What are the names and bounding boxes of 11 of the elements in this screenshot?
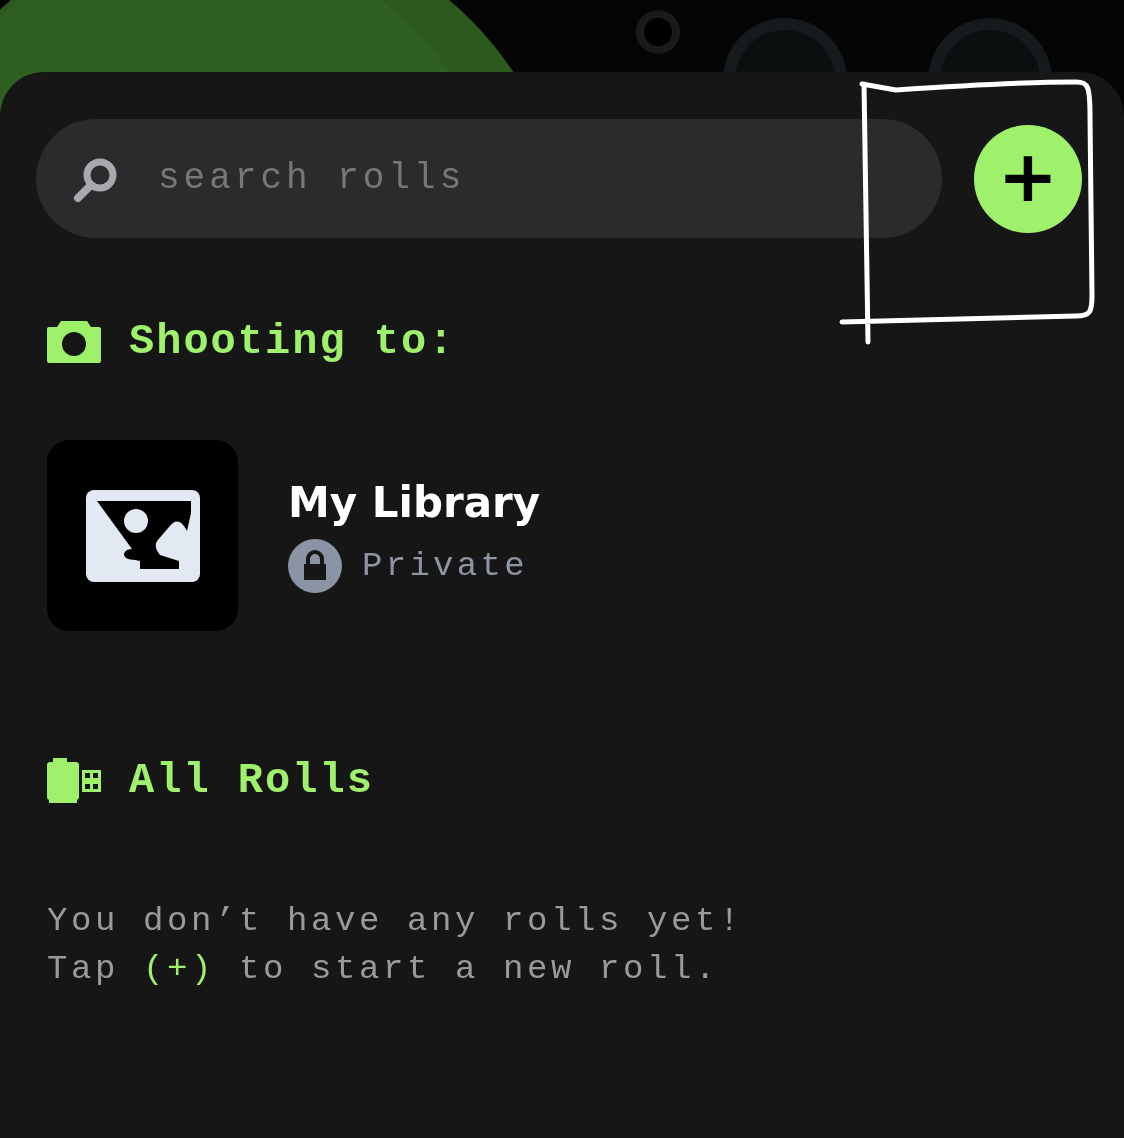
privacy-label: Private xyxy=(362,547,528,585)
library-thumbnail[interactable] xyxy=(47,440,238,631)
photo-icon xyxy=(85,489,200,582)
library-name: My Library xyxy=(288,478,541,527)
section-title: Shooting to: xyxy=(129,318,456,366)
section-title: All Rolls xyxy=(129,757,374,805)
camera-icon xyxy=(47,321,101,363)
film-roll-icon xyxy=(47,758,101,804)
empty-state-message: You don’t have any rolls yet! Tap (+) to start a new roll. xyxy=(47,901,745,990)
add-button[interactable]: + xyxy=(974,124,1082,233)
search-field[interactable]: search rolls xyxy=(36,119,942,238)
